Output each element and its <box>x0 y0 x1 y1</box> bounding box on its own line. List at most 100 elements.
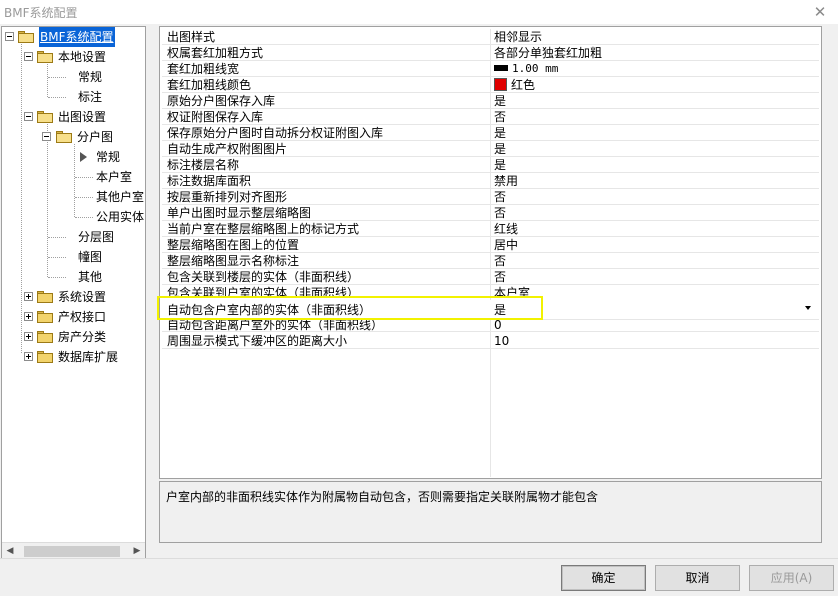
collapse-icon[interactable] <box>24 112 33 121</box>
chevron-down-icon[interactable] <box>805 306 811 310</box>
folder-open-icon <box>56 131 72 143</box>
cancel-button[interactable]: 取消 <box>655 565 740 591</box>
tree-item-label: 房产分类 <box>58 330 107 344</box>
property-value: 10 <box>494 334 510 348</box>
tree-item-label: 常规 <box>78 70 103 84</box>
tree-item-property-class[interactable]: 房产分类 <box>2 327 145 347</box>
config-window: BMF系统配置 ✕ BMF系统配置 本地设置 常规 标注 出图设置 分户图 常规… <box>0 0 838 596</box>
property-row[interactable]: 套红加粗线颜色 红色 <box>162 77 819 93</box>
tree-item-building-map[interactable]: 幢图 <box>2 247 145 267</box>
property-row[interactable]: 标注楼层名称 是 <box>162 157 819 173</box>
tree-item-common-entity[interactable]: 公用实体 <box>2 207 145 227</box>
tree-item-local-settings[interactable]: 本地设置 <box>2 47 145 67</box>
property-row[interactable]: 原始分户图保存入库 是 <box>162 93 819 109</box>
property-row[interactable]: 保存原始分户图时自动拆分权证附图入库 是 <box>162 125 819 141</box>
property-row[interactable]: 自动生成产权附图图片 是 <box>162 141 819 157</box>
property-value: 红线 <box>494 222 519 236</box>
apply-button[interactable]: 应用(A) <box>749 565 834 591</box>
property-name: 包含关联到楼层的实体（非面积线） <box>167 270 360 284</box>
tree-item-label: 本地设置 <box>58 50 107 64</box>
property-name: 整层缩略图显示名称标注 <box>167 254 300 268</box>
button-bar: 确定 取消 应用(A) <box>0 558 838 596</box>
tree-item-local-regular[interactable]: 常规 <box>2 67 145 87</box>
tree-item-label: BMF系统配置 <box>39 27 115 47</box>
property-value: 否 <box>494 254 507 268</box>
window-title: BMF系统配置 <box>4 6 78 20</box>
tree-item-label: 幢图 <box>78 250 103 264</box>
tree-item-unit-map[interactable]: 分户图 <box>2 127 145 147</box>
tree-item-label: 分层图 <box>78 230 115 244</box>
tree-item-local-mark[interactable]: 标注 <box>2 87 145 107</box>
expand-icon[interactable] <box>24 352 33 361</box>
property-name: 单户出图时显示整层缩略图 <box>167 206 312 220</box>
tree-item-label: 出图设置 <box>58 110 107 124</box>
tree-item-label: 其他户室 <box>96 190 145 204</box>
property-name: 当前户室在整层缩略图上的标记方式 <box>167 222 360 236</box>
collapse-icon[interactable] <box>42 132 51 141</box>
tree-item-database-ext[interactable]: 数据库扩展 <box>2 347 145 367</box>
property-row[interactable]: 整层缩略图显示名称标注 否 <box>162 253 819 269</box>
tree-item-root[interactable]: BMF系统配置 <box>2 27 145 47</box>
tree-horizontal-scrollbar[interactable]: ◀ ▶ <box>2 542 145 559</box>
tree-item-this-unit[interactable]: 本户室 <box>2 167 145 187</box>
tree-item-other[interactable]: 其他 <box>2 267 145 287</box>
color-text: 红色 <box>511 78 536 92</box>
collapse-icon[interactable] <box>5 32 14 41</box>
tree-item-label: 数据库扩展 <box>58 350 119 364</box>
property-value: 禁用 <box>494 174 519 188</box>
folder-open-icon <box>18 31 34 43</box>
tree-item-unit-regular[interactable]: 常规 <box>2 147 145 167</box>
property-row[interactable]: 权证附图保存入库 否 <box>162 109 819 125</box>
description-panel: 户室内部的非面积线实体作为附属物自动包含，否则需要指定关联附属物才能包含 <box>159 481 822 543</box>
tree-item-label: 系统设置 <box>58 290 107 304</box>
tree-item-rights-interface[interactable]: 产权接口 <box>2 307 145 327</box>
tree-item-layer-map[interactable]: 分层图 <box>2 227 145 247</box>
expand-icon[interactable] <box>24 292 33 301</box>
property-value: 否 <box>494 206 507 220</box>
property-name: 权证附图保存入库 <box>167 110 264 124</box>
property-row[interactable]: 周围显示模式下缓冲区的距离大小 10 <box>162 333 819 349</box>
scroll-thumb[interactable] <box>24 546 120 557</box>
ok-button[interactable]: 确定 <box>561 565 646 591</box>
expand-icon[interactable] <box>24 312 33 321</box>
property-name: 周围显示模式下缓冲区的距离大小 <box>167 334 348 348</box>
line-width-text: 1.00 mm <box>512 62 559 75</box>
current-arrow-icon <box>80 152 87 162</box>
property-name: 原始分户图保存入库 <box>167 94 276 108</box>
property-row[interactable]: 整层缩略图在图上的位置 居中 <box>162 237 819 253</box>
folder-open-icon <box>37 111 53 123</box>
tree-item-label: 其他 <box>78 270 103 284</box>
property-row[interactable]: 出图样式 相邻显示 <box>162 29 819 45</box>
collapse-icon[interactable] <box>24 52 33 61</box>
settings-tree: BMF系统配置 本地设置 常规 标注 出图设置 分户图 常规 本户室 其他户室 … <box>1 26 146 560</box>
property-row[interactable]: 自动包含距离户室外的实体（非面积线） 0 <box>162 318 819 332</box>
property-row[interactable]: 套红加粗线宽 1.00 mm <box>162 61 819 77</box>
property-row[interactable]: 单户出图时显示整层缩略图 否 <box>162 205 819 221</box>
property-value: 是 <box>494 126 507 140</box>
property-row[interactable]: 包含关联到楼层的实体（非面积线） 否 <box>162 269 819 285</box>
property-value: 是 <box>494 158 507 172</box>
property-name: 出图样式 <box>167 30 216 44</box>
color-swatch-icon <box>494 78 507 91</box>
tree-item-label: 公用实体 <box>96 210 145 224</box>
tree-item-label: 分户图 <box>77 130 114 144</box>
property-value: 相邻显示 <box>494 30 543 44</box>
scroll-right-icon[interactable]: ▶ <box>131 545 143 557</box>
close-icon[interactable]: ✕ <box>810 2 830 22</box>
property-name: 套红加粗线颜色 <box>167 78 252 92</box>
folder-icon <box>37 291 53 303</box>
tree-item-output-settings[interactable]: 出图设置 <box>2 107 145 127</box>
folder-open-icon <box>37 51 53 63</box>
property-row[interactable]: 权属套红加粗方式 各部分单独套红加粗 <box>162 45 819 61</box>
scroll-left-icon[interactable]: ◀ <box>4 545 16 557</box>
property-name: 权属套红加粗方式 <box>167 46 264 60</box>
folder-icon <box>37 331 53 343</box>
property-row[interactable]: 标注数据库面积 禁用 <box>162 173 819 189</box>
tree-item-other-unit[interactable]: 其他户室 <box>2 187 145 207</box>
property-name: 标注数据库面积 <box>167 174 252 188</box>
tree-item-system-settings[interactable]: 系统设置 <box>2 287 145 307</box>
expand-icon[interactable] <box>24 332 33 341</box>
property-row[interactable]: 按层重新排列对齐图形 否 <box>162 189 819 205</box>
property-name: 套红加粗线宽 <box>167 62 240 76</box>
property-row[interactable]: 当前户室在整层缩略图上的标记方式 红线 <box>162 221 819 237</box>
